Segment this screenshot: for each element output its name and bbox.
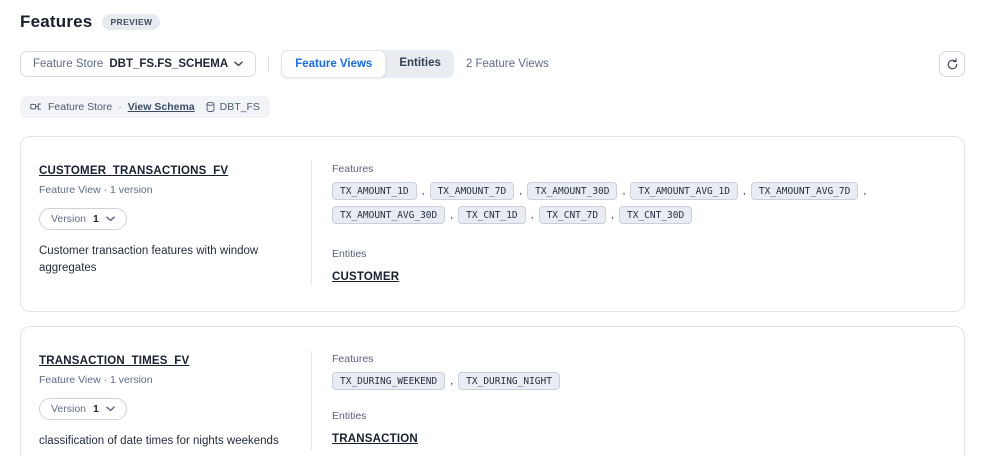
feature-chip-list: TX_AMOUNT_1D, TX_AMOUNT_7D, TX_AMOUNT_30D,…: [332, 182, 932, 224]
breadcrumb-database: DBT_FS: [205, 101, 260, 113]
features-section-label: Features: [332, 353, 946, 365]
version-label: Version: [51, 403, 86, 415]
chevron-down-icon: [234, 61, 243, 67]
feature-view-card: CUSTOMER_TRANSACTIONS_FV Feature View · …: [20, 136, 965, 312]
version-label: Version: [51, 213, 86, 225]
card-summary: TRANSACTION_TIMES_FV Feature View · 1 ve…: [39, 351, 311, 450]
toolbar-divider: [268, 56, 269, 72]
feature-chip: TX_DURING_WEEKEND: [332, 372, 445, 390]
feature-chip: TX_CNT_30D: [619, 206, 692, 224]
card-summary: CUSTOMER_TRANSACTIONS_FV Feature View · …: [39, 161, 311, 285]
feature-view-title-link[interactable]: CUSTOMER_TRANSACTIONS_FV: [39, 165, 228, 177]
view-tabs: Feature Views Entities: [281, 50, 454, 78]
feature-view-subtitle: Feature View · 1 version: [39, 184, 295, 196]
card-details: Features TX_DURING_WEEKEND, TX_DURING_NIG…: [312, 351, 946, 450]
version-value: 1: [93, 403, 99, 415]
entities-section-label: Entities: [332, 410, 946, 422]
feature-chip: TX_AMOUNT_30D: [527, 182, 617, 200]
features-page: Features PREVIEW Feature Store DBT_FS.FS…: [0, 0, 985, 456]
chip-separator: ,: [450, 209, 453, 221]
chip-separator: ,: [422, 185, 425, 197]
tab-entities[interactable]: Entities: [386, 50, 454, 78]
tab-feature-views[interactable]: Feature Views: [281, 50, 386, 78]
version-dropdown[interactable]: Version 1: [39, 398, 127, 420]
entities-section: Entities TRANSACTION: [332, 410, 946, 447]
breadcrumb-separator: ·: [118, 101, 122, 113]
chip-separator: ,: [519, 185, 522, 197]
feature-view-title-link[interactable]: TRANSACTION_TIMES_FV: [39, 355, 189, 367]
database-icon: [205, 101, 216, 113]
feature-chip: TX_AMOUNT_7D: [430, 182, 515, 200]
database-name: DBT_FS: [220, 101, 260, 113]
entities-section-label: Entities: [332, 248, 946, 260]
entity-link[interactable]: TRANSACTION: [332, 433, 418, 445]
entity-link[interactable]: CUSTOMER: [332, 271, 399, 283]
feature-chip: TX_CNT_1D: [458, 206, 525, 224]
feature-view-card: TRANSACTION_TIMES_FV Feature View · 1 ve…: [20, 326, 965, 456]
preview-badge: PREVIEW: [102, 14, 160, 30]
chip-separator: ,: [531, 209, 534, 221]
page-title: Features: [20, 12, 92, 32]
page-header: Features PREVIEW: [20, 12, 965, 32]
card-details: Features TX_AMOUNT_1D,TX_AMOUNT_7D,TX_AM…: [312, 161, 946, 285]
version-dropdown[interactable]: Version 1: [39, 208, 127, 230]
chip-separator: ,: [743, 185, 746, 197]
refresh-icon: [946, 58, 959, 71]
chip-separator: ,: [450, 375, 453, 387]
chevron-down-icon: [106, 216, 115, 222]
feature-chip: TX_AMOUNT_AVG_7D: [751, 182, 859, 200]
chevron-down-icon: [106, 406, 115, 412]
refresh-button[interactable]: [939, 51, 965, 77]
entities-section: Entities CUSTOMER: [332, 248, 946, 285]
feature-chip: TX_CNT_7D: [539, 206, 606, 224]
breadcrumb-store-label: Feature Store: [48, 101, 112, 113]
feature-chip: TX_DURING_NIGHT: [458, 372, 560, 390]
toolbar: Feature Store DBT_FS.FS_SCHEMA Feature V…: [20, 50, 965, 78]
chip-separator: ,: [611, 209, 614, 221]
feature-store-selector-label: Feature Store: [33, 58, 103, 70]
feature-view-description: classification of date times for nights …: [39, 433, 295, 450]
feature-view-description: Customer transaction features with windo…: [39, 243, 277, 276]
feature-store-selector[interactable]: Feature Store DBT_FS.FS_SCHEMA: [20, 51, 256, 77]
features-section-label: Features: [332, 163, 946, 175]
view-schema-link[interactable]: View Schema: [128, 101, 195, 113]
feature-chip: TX_AMOUNT_1D: [332, 182, 417, 200]
feature-chip: TX_AMOUNT_AVG_1D: [630, 182, 738, 200]
feature-chip-list: TX_DURING_WEEKEND, TX_DURING_NIGHT: [332, 372, 932, 390]
chip-separator: ,: [863, 185, 866, 197]
feature-store-selector-value: DBT_FS.FS_SCHEMA: [109, 58, 228, 70]
feature-views-count: 2 Feature Views: [466, 58, 549, 70]
breadcrumb: Feature Store · View Schema DBT_FS: [20, 96, 270, 118]
feature-view-subtitle: Feature View · 1 version: [39, 374, 295, 386]
chip-separator: ,: [622, 185, 625, 197]
feature-chip: TX_AMOUNT_AVG_30D: [332, 206, 445, 224]
schema-icon: [30, 101, 42, 113]
version-value: 1: [93, 213, 99, 225]
